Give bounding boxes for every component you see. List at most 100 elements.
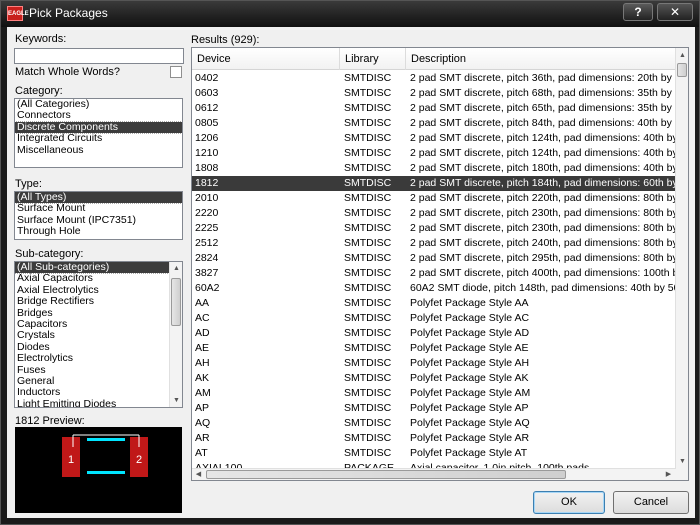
table-row[interactable]: AQ SMTDISC Polyfet Package Style AQ — [192, 416, 676, 431]
table-row[interactable]: 0805 SMTDISC 2 pad SMT discrete, pitch 84t… — [192, 116, 676, 131]
scroll-left-icon[interactable]: ◀ — [194, 470, 203, 479]
description-cell: Polyfet Package Style AP — [410, 402, 529, 414]
type-listbox[interactable]: (All Types) Surface Mount Surface Mount (I… — [14, 191, 183, 240]
table-row[interactable]: 0402 SMTDISC 2 pad SMT discrete, pitch 36t… — [192, 71, 676, 86]
device-cell: AT — [195, 447, 208, 459]
table-row[interactable]: 60A2 SMTDISC 60A2 SMT diode, pitch 148th, … — [192, 281, 676, 296]
table-row[interactable]: AD SMTDISC Polyfet Package Style AD — [192, 326, 676, 341]
ok-button[interactable]: OK — [533, 491, 605, 514]
device-cell: AQ — [195, 417, 211, 429]
close-button[interactable]: ✕ — [657, 3, 693, 21]
results-body: 0402 SMTDISC 2 pad SMT discrete, pitch 36t… — [192, 71, 676, 471]
subcategory-item[interactable]: Electrolytics — [15, 352, 169, 364]
scroll-thumb[interactable] — [171, 278, 181, 326]
table-row[interactable]: 3827 SMTDISC 2 pad SMT discrete, pitch 400… — [192, 266, 676, 281]
device-cell: AK — [195, 372, 210, 384]
table-row[interactable]: 2225 SMTDISC 2 pad SMT discrete, pitch 230… — [192, 221, 676, 236]
scroll-up-icon[interactable]: ▲ — [678, 51, 687, 60]
table-row[interactable]: AK SMTDISC Polyfet Package Style AK — [192, 371, 676, 386]
results-horizontal-scrollbar[interactable]: ◀ ▶ — [192, 468, 676, 480]
description-cell: Polyfet Package Style AM — [410, 387, 531, 399]
footprint-drawing: 1 2 — [62, 434, 148, 477]
results-table[interactable]: Device Library Description 0402 SMTDISC 2 … — [191, 47, 689, 481]
device-cell: 0805 — [195, 117, 219, 129]
subcategory-listbox[interactable]: (All Sub-categories) Axial Capacitors Axia… — [14, 261, 183, 408]
pad-1-number: 1 — [68, 454, 74, 466]
category-item[interactable]: Miscellaneous — [15, 144, 182, 156]
title-bar[interactable]: EAGLE Pick Packages ? ✕ — [1, 1, 699, 27]
table-row[interactable]: 0603 SMTDISC 2 pad SMT discrete, pitch 68t… — [192, 86, 676, 101]
keywords-label: Keywords: — [15, 33, 67, 45]
device-cell: 1206 — [195, 132, 219, 144]
description-cell: Polyfet Package Style AH — [410, 357, 530, 369]
scroll-thumb[interactable] — [677, 63, 687, 77]
library-cell: SMTDISC — [344, 447, 392, 459]
subcategory-item[interactable]: Inductors — [15, 386, 169, 398]
table-row[interactable]: 2010 SMTDISC 2 pad SMT discrete, pitch 220… — [192, 191, 676, 206]
description-cell: Polyfet Package Style AT — [410, 447, 528, 459]
table-row[interactable]: 2512 SMTDISC 2 pad SMT discrete, pitch 240… — [192, 236, 676, 251]
library-cell: SMTDISC — [344, 237, 392, 249]
library-cell: SMTDISC — [344, 282, 392, 294]
table-row[interactable]: 0612 SMTDISC 2 pad SMT discrete, pitch 65t… — [192, 101, 676, 116]
table-row[interactable]: AA SMTDISC Polyfet Package Style AA — [192, 296, 676, 311]
table-row[interactable]: 2220 SMTDISC 2 pad SMT discrete, pitch 230… — [192, 206, 676, 221]
trace-bottom — [87, 471, 125, 474]
match-whole-words-checkbox[interactable] — [170, 66, 182, 78]
table-row[interactable]: AC SMTDISC Polyfet Package Style AC — [192, 311, 676, 326]
library-cell: SMTDISC — [344, 342, 392, 354]
library-cell: SMTDISC — [344, 192, 392, 204]
help-button[interactable]: ? — [623, 3, 653, 21]
device-cell: 0603 — [195, 87, 219, 99]
library-cell: SMTDISC — [344, 432, 392, 444]
table-row[interactable]: 1812 SMTDISC 2 pad SMT discrete, pitch 184… — [192, 176, 676, 191]
keywords-input[interactable] — [14, 48, 184, 64]
results-vertical-scrollbar[interactable]: ▲ ▼ — [675, 48, 688, 480]
device-cell: 3827 — [195, 267, 219, 279]
description-cell: Polyfet Package Style AQ — [410, 417, 530, 429]
table-row[interactable]: AE SMTDISC Polyfet Package Style AE — [192, 341, 676, 356]
device-cell: 2010 — [195, 192, 219, 204]
description-cell: Polyfet Package Style AE — [410, 342, 529, 354]
category-item[interactable]: Integrated Circuits — [15, 132, 182, 144]
scroll-right-icon[interactable]: ▶ — [664, 470, 673, 479]
scroll-up-icon[interactable]: ▲ — [172, 264, 181, 273]
table-row[interactable]: AT SMTDISC Polyfet Package Style AT — [192, 446, 676, 461]
table-row[interactable]: AM SMTDISC Polyfet Package Style AM — [192, 386, 676, 401]
table-row[interactable]: AR SMTDISC Polyfet Package Style AR — [192, 431, 676, 446]
library-cell: SMTDISC — [344, 117, 392, 129]
table-row[interactable]: 2824 SMTDISC 2 pad SMT discrete, pitch 295… — [192, 251, 676, 266]
table-row[interactable]: 1210 SMTDISC 2 pad SMT discrete, pitch 124… — [192, 146, 676, 161]
category-label: Category: — [15, 85, 63, 97]
table-row[interactable]: 1808 SMTDISC 2 pad SMT discrete, pitch 180… — [192, 161, 676, 176]
library-cell: SMTDISC — [344, 72, 392, 84]
library-cell: SMTDISC — [344, 417, 392, 429]
column-header-library[interactable]: Library — [340, 48, 406, 70]
scroll-thumb[interactable] — [206, 470, 566, 479]
preview-label: 1812 Preview: — [15, 415, 85, 427]
subcategory-scrollbar[interactable]: ▲ ▼ — [169, 262, 182, 407]
device-cell: 1812 — [195, 177, 219, 189]
scroll-down-icon[interactable]: ▼ — [678, 457, 687, 466]
table-row[interactable]: AP SMTDISC Polyfet Package Style AP — [192, 401, 676, 416]
device-cell: AP — [195, 402, 210, 414]
library-cell: SMTDISC — [344, 147, 392, 159]
library-cell: SMTDISC — [344, 327, 392, 339]
cancel-button[interactable]: Cancel — [613, 491, 689, 514]
type-item[interactable]: Through Hole — [15, 225, 182, 237]
description-cell: 2 pad SMT discrete, pitch 295th, pad dim… — [410, 252, 676, 264]
subcategory-item[interactable]: Bridge Rectifiers — [15, 295, 169, 307]
device-cell: 60A2 — [195, 282, 220, 294]
device-cell: 1210 — [195, 147, 219, 159]
scroll-down-icon[interactable]: ▼ — [172, 396, 181, 405]
library-cell: SMTDISC — [344, 267, 392, 279]
device-cell: 2220 — [195, 207, 219, 219]
table-row[interactable]: AH SMTDISC Polyfet Package Style AH — [192, 356, 676, 371]
subcategory-item[interactable]: Light Emitting Diodes — [15, 398, 169, 407]
table-row[interactable]: 1206 SMTDISC 2 pad SMT discrete, pitch 124… — [192, 131, 676, 146]
device-cell: 2824 — [195, 252, 219, 264]
device-cell: AA — [195, 297, 210, 309]
column-header-description[interactable]: Description — [406, 48, 676, 70]
column-header-device[interactable]: Device — [192, 48, 340, 70]
category-listbox[interactable]: (All Categories) Connectors Discrete Compo… — [14, 98, 183, 168]
